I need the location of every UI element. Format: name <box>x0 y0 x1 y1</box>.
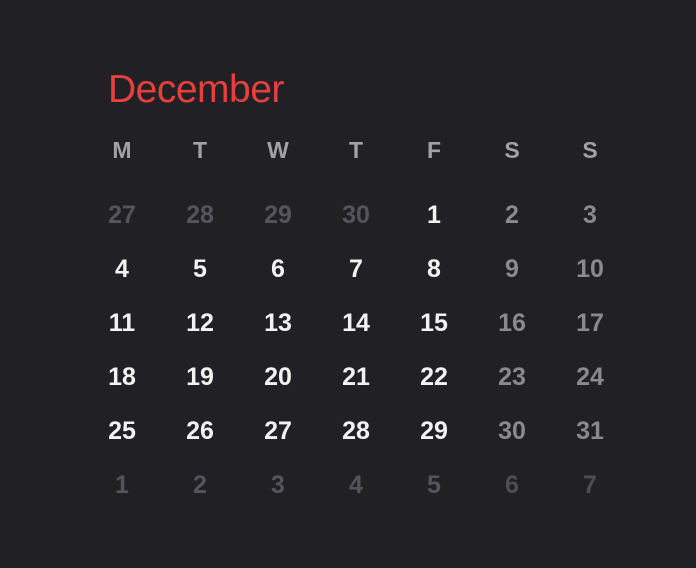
weekday-label: T <box>348 136 364 163</box>
month-title: December <box>108 68 284 111</box>
weekday-label: S <box>582 136 598 163</box>
calendar-day[interactable]: 8 <box>395 249 473 289</box>
calendar-day[interactable]: 30 <box>317 195 395 235</box>
calendar-day[interactable]: 5 <box>395 465 473 505</box>
calendar-day[interactable]: 3 <box>551 195 629 235</box>
calendar-day[interactable]: 2 <box>473 195 551 235</box>
calendar-day[interactable]: 15 <box>395 303 473 343</box>
weekday-header: M T W T F S S <box>83 134 629 166</box>
calendar-day[interactable]: 22 <box>395 357 473 397</box>
calendar-day[interactable]: 10 <box>551 249 629 289</box>
calendar-day[interactable]: 6 <box>473 465 551 505</box>
calendar-day[interactable]: 12 <box>161 303 239 343</box>
calendar-day[interactable]: 26 <box>161 411 239 451</box>
week-row: 27 28 29 30 1 2 3 <box>83 195 629 235</box>
calendar-day[interactable]: 29 <box>239 195 317 235</box>
calendar-day[interactable]: 14 <box>317 303 395 343</box>
calendar-day[interactable]: 9 <box>473 249 551 289</box>
calendar-day[interactable]: 16 <box>473 303 551 343</box>
calendar-day[interactable]: 20 <box>239 357 317 397</box>
calendar-day[interactable]: 1 <box>83 465 161 505</box>
calendar-day[interactable]: 7 <box>551 465 629 505</box>
calendar-day[interactable]: 2 <box>161 465 239 505</box>
calendar-day[interactable]: 25 <box>83 411 161 451</box>
calendar-day[interactable]: 5 <box>161 249 239 289</box>
calendar-day[interactable]: 24 <box>551 357 629 397</box>
calendar-day[interactable]: 4 <box>317 465 395 505</box>
calendar-day[interactable]: 31 <box>551 411 629 451</box>
calendar-day[interactable]: 7 <box>317 249 395 289</box>
weekday-label: M <box>112 136 132 163</box>
calendar-day[interactable]: 27 <box>83 195 161 235</box>
week-row: 25 26 27 28 29 30 31 <box>83 411 629 451</box>
weekday-label: W <box>267 136 289 163</box>
calendar-day[interactable]: 1 <box>395 195 473 235</box>
calendar-day[interactable]: 17 <box>551 303 629 343</box>
calendar-day[interactable]: 21 <box>317 357 395 397</box>
week-row: 18 19 20 21 22 23 24 <box>83 357 629 397</box>
calendar-day[interactable]: 29 <box>395 411 473 451</box>
calendar-day[interactable]: 18 <box>83 357 161 397</box>
calendar-day[interactable]: 19 <box>161 357 239 397</box>
calendar-day[interactable]: 6 <box>239 249 317 289</box>
calendar-day[interactable]: 30 <box>473 411 551 451</box>
weekday-label: S <box>504 136 520 163</box>
week-row: 1 2 3 4 5 6 7 <box>83 465 629 505</box>
weekday-label: F <box>426 136 442 163</box>
calendar-day[interactable]: 11 <box>83 303 161 343</box>
week-row: 11 12 13 14 15 16 17 <box>83 303 629 343</box>
week-row: 4 5 6 7 8 9 10 <box>83 249 629 289</box>
calendar-day[interactable]: 13 <box>239 303 317 343</box>
calendar-day[interactable]: 28 <box>317 411 395 451</box>
calendar-day[interactable]: 28 <box>161 195 239 235</box>
weekday-label: T <box>192 136 208 163</box>
calendar-day[interactable]: 23 <box>473 357 551 397</box>
calendar-day[interactable]: 4 <box>83 249 161 289</box>
calendar-day[interactable]: 3 <box>239 465 317 505</box>
calendar-day[interactable]: 27 <box>239 411 317 451</box>
